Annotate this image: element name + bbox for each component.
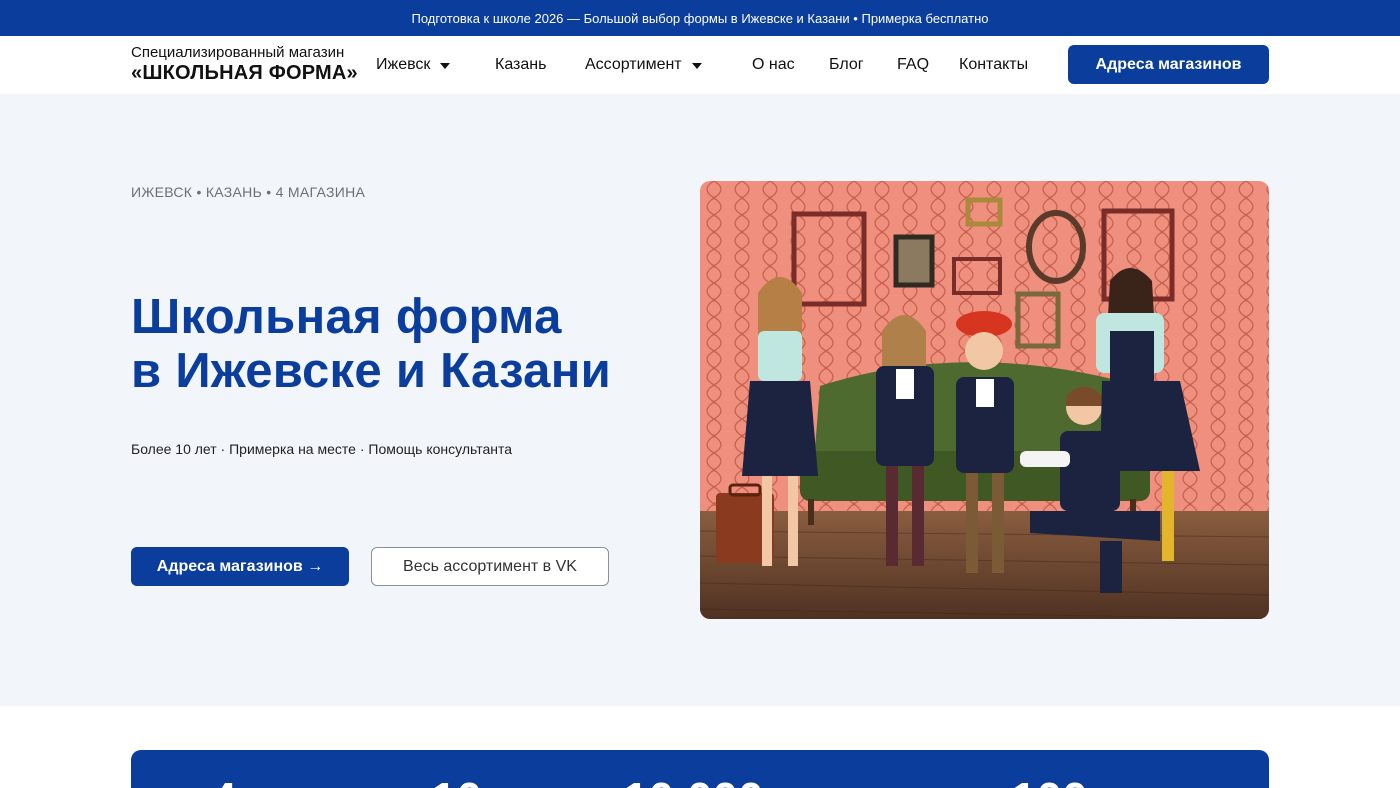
nav-item-contacts[interactable]: Контакты bbox=[959, 36, 1028, 94]
chevron-down-icon bbox=[440, 62, 451, 69]
hero-title: Школьная форма в Ижевске и Казани bbox=[131, 290, 611, 398]
nav-item-izhevsk[interactable]: Ижевск bbox=[376, 36, 451, 94]
nav-item-label: Контакты bbox=[959, 56, 1029, 73]
hero-addresses-button[interactable]: Адреса магазинов → bbox=[131, 547, 349, 586]
logo[interactable]: Специализированный магазин «ШКОЛЬНАЯ ФОР… bbox=[131, 45, 358, 83]
stat-value-customers: 10 000 bbox=[623, 772, 764, 788]
hero-title-line-2: в Ижевске и Казани bbox=[131, 344, 612, 398]
logo-subtitle: Специализированный магазин bbox=[131, 44, 345, 61]
stat-value-years: 10 bbox=[431, 772, 482, 788]
nav-item-label: О нас bbox=[752, 56, 795, 73]
kids-in-uniform-illustration bbox=[700, 181, 1269, 619]
nav-item-label: Ассортимент bbox=[585, 56, 682, 73]
nav-item-label: Казань bbox=[495, 56, 547, 73]
nav-item-label: FAQ bbox=[897, 56, 930, 73]
hero-title-line-1: Школьная форма bbox=[131, 290, 562, 344]
stat-value-stores: 4 bbox=[211, 772, 237, 788]
stat-value-models: 100 bbox=[1011, 772, 1088, 788]
announcement-text: Подготовка к школе 2026 — Большой выбор … bbox=[411, 10, 989, 26]
nav-item-label: Ижевск bbox=[376, 56, 431, 73]
hero-eyebrow: ИЖЕВСК • КАЗАНЬ • 4 МАГАЗИНА bbox=[131, 184, 366, 200]
nav-item-label: Блог bbox=[829, 56, 864, 73]
vk-assortment-button[interactable]: Весь ассортимент в VK bbox=[371, 547, 609, 586]
logo-title: «ШКОЛЬНАЯ ФОРМА» bbox=[131, 62, 358, 84]
nav-item-about[interactable]: О нас bbox=[752, 36, 795, 94]
nav-item-kazan[interactable]: Казань bbox=[495, 36, 546, 94]
hero-section: ИЖЕВСК • КАЗАНЬ • 4 МАГАЗИНА Школьная фо… bbox=[0, 94, 1400, 706]
chevron-down-icon bbox=[691, 62, 702, 69]
stats-strip: 4 10 10 000 100 bbox=[131, 750, 1269, 788]
nav-item-blog[interactable]: Блог bbox=[829, 36, 864, 94]
store-addresses-button[interactable]: Адреса магазинов bbox=[1068, 45, 1269, 84]
announcement-bar: Подготовка к школе 2026 — Большой выбор … bbox=[0, 0, 1400, 36]
hero-photo bbox=[700, 181, 1269, 619]
nav-item-assortment[interactable]: Ассортимент bbox=[585, 36, 702, 94]
hero-subtitle: Более 10 лет · Примерка на месте · Помощ… bbox=[131, 441, 513, 457]
site-header: Специализированный магазин «ШКОЛЬНАЯ ФОР… bbox=[0, 36, 1400, 94]
nav-item-faq[interactable]: FAQ bbox=[897, 36, 929, 94]
